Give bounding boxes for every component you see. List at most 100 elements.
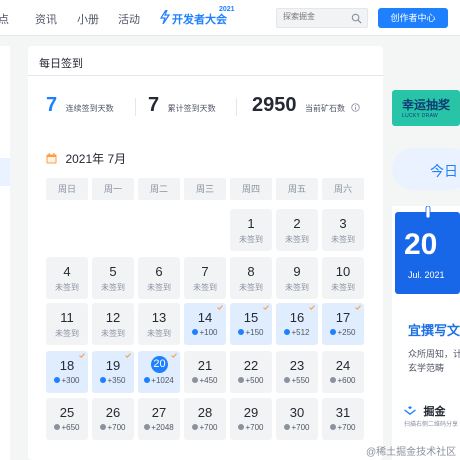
calendar-day-signed[interactable]: 18 +300	[46, 351, 88, 393]
dev-logo-text: 开发者大会	[172, 14, 227, 26]
day-number: 11	[60, 310, 74, 325]
calendar-day[interactable]: 12 未签到	[92, 303, 134, 345]
checkin-card: 每日签到 7 连续签到天数 7 累计签到天数 2950 当前矿石数 2021年 …	[28, 46, 383, 460]
calendar-day[interactable]: 26 +700	[92, 398, 134, 440]
weekday-sun: 周日	[46, 178, 88, 200]
calendar-day[interactable]: 10 未签到	[322, 257, 364, 299]
reward-value: +700	[199, 423, 218, 432]
stat-ore-count: 2950 当前矿石数	[252, 94, 361, 118]
reward-value: +450	[199, 376, 218, 385]
calendar-month: 2021年 7月	[65, 152, 127, 166]
day-number: 6	[155, 264, 163, 279]
calendar-day[interactable]: 13 未签到	[138, 303, 180, 345]
sidebar-active-item[interactable]	[0, 158, 10, 186]
lucky-draw-title: 幸运抽奖	[402, 98, 451, 112]
stat-value: 7	[148, 94, 160, 116]
day-number: 18	[59, 358, 75, 373]
calendar-day[interactable]: 27 +2048	[138, 398, 180, 440]
calendar-day[interactable]: 9 未签到	[276, 257, 318, 299]
calendar-day[interactable]: 30 +700	[276, 398, 318, 440]
ore-icon	[238, 329, 245, 335]
ore-icon	[284, 424, 291, 430]
reward-value: +2048	[151, 423, 174, 432]
juejin-logo-icon	[404, 406, 416, 415]
calendar-day[interactable]: 25 +650	[46, 398, 88, 440]
reward-value: +250	[337, 328, 356, 337]
reward-value: +550	[291, 376, 310, 385]
calendar-day[interactable]: 24 +600	[322, 351, 364, 393]
ore-icon	[54, 377, 61, 383]
calendar-day-signed[interactable]: 17 +250	[322, 303, 364, 345]
divider	[236, 98, 237, 116]
search-icon[interactable]	[351, 13, 362, 24]
calendar-day-today[interactable]: 20 +1024	[138, 351, 180, 393]
ore-icon	[100, 424, 107, 430]
dev-conference-logo[interactable]: 开发者大会 2021	[160, 6, 238, 27]
stat-label: 连续签到天数	[65, 104, 114, 113]
day-number: 24	[335, 358, 351, 373]
day-number: 22	[243, 358, 259, 373]
day-number: 9	[293, 264, 301, 279]
nav-item-events[interactable]: 活动	[118, 11, 140, 27]
ore-icon	[54, 424, 61, 430]
day-reward: +350	[92, 376, 134, 385]
calendar-day[interactable]: 22 +500	[230, 351, 272, 393]
day-number: 1	[247, 216, 255, 231]
search-box[interactable]	[276, 8, 368, 28]
ore-icon	[238, 424, 245, 430]
info-icon[interactable]	[351, 103, 361, 112]
calendar-day[interactable]: 1 未签到	[230, 209, 272, 251]
day-reward: +300	[46, 376, 88, 385]
day-number: 23	[289, 358, 305, 373]
day-status: 未签到	[331, 283, 355, 292]
nav-item-news[interactable]: 资讯	[35, 11, 57, 27]
day-number: 20	[151, 356, 168, 373]
calendar-day[interactable]: 4 未签到	[46, 257, 88, 299]
weekday-wed: 周三	[184, 178, 226, 200]
stat-label: 累计签到天数	[167, 104, 216, 113]
day-number: 26	[105, 405, 121, 420]
day-status: 未签到	[101, 283, 125, 292]
nav-item-books[interactable]: 小册	[77, 11, 99, 27]
reward-value: +100	[199, 328, 218, 337]
reward-value: +350	[107, 376, 126, 385]
calendar-day[interactable]: 3 未签到	[322, 209, 364, 251]
day-number: 15	[243, 310, 259, 325]
calendar-day[interactable]: 5 未签到	[92, 257, 134, 299]
calendar-day-signed[interactable]: 16 +512	[276, 303, 318, 345]
reward-value: +150	[245, 328, 264, 337]
day-status: 未签到	[147, 283, 171, 292]
calendar-day[interactable]: 7 未签到	[184, 257, 226, 299]
weekday-thu: 周四	[230, 178, 272, 200]
calendar-day-signed[interactable]: 15 +150	[230, 303, 272, 345]
day-number: 25	[59, 405, 75, 420]
calendar-day[interactable]: 23 +550	[276, 351, 318, 393]
reward-value: +700	[291, 423, 310, 432]
calendar-day[interactable]: 6 未签到	[138, 257, 180, 299]
day-status: 未签到	[331, 235, 355, 244]
card-title: 每日签到	[39, 58, 83, 70]
calendar-day[interactable]: 11 未签到	[46, 303, 88, 345]
lucky-draw-banner[interactable]: 幸运抽奖 LUCKY DRAW	[392, 90, 460, 126]
calendar-day[interactable]: 29 +700	[230, 398, 272, 440]
nav-item-truncated[interactable]: 点	[0, 11, 9, 27]
creator-center-button[interactable]: 创作者中心	[378, 8, 448, 28]
reward-value: +512	[291, 328, 310, 337]
search-input[interactable]	[283, 12, 343, 21]
day-number: 28	[197, 405, 213, 420]
calendar-day[interactable]: 2 未签到	[276, 209, 318, 251]
calendar-day[interactable]: 21 +450	[184, 351, 226, 393]
watermark: @稀土掘金技术社区	[366, 447, 457, 458]
day-number: 3	[339, 216, 347, 231]
day-status: 未签到	[55, 329, 79, 338]
stat-consecutive-days: 7 连续签到天数	[46, 94, 114, 118]
calendar-day[interactable]: 31 +700	[322, 398, 364, 440]
day-number: 2	[293, 216, 301, 231]
calendar-day-signed[interactable]: 14 +100	[184, 303, 226, 345]
day-number: 30	[289, 405, 305, 420]
calendar-day[interactable]: 8 未签到	[230, 257, 272, 299]
calendar-day[interactable]: 28 +700	[184, 398, 226, 440]
calendar-day-signed[interactable]: 19 +350	[92, 351, 134, 393]
stat-label: 当前矿石数	[304, 104, 345, 113]
checkin-today-button[interactable]: 今日	[392, 148, 460, 190]
